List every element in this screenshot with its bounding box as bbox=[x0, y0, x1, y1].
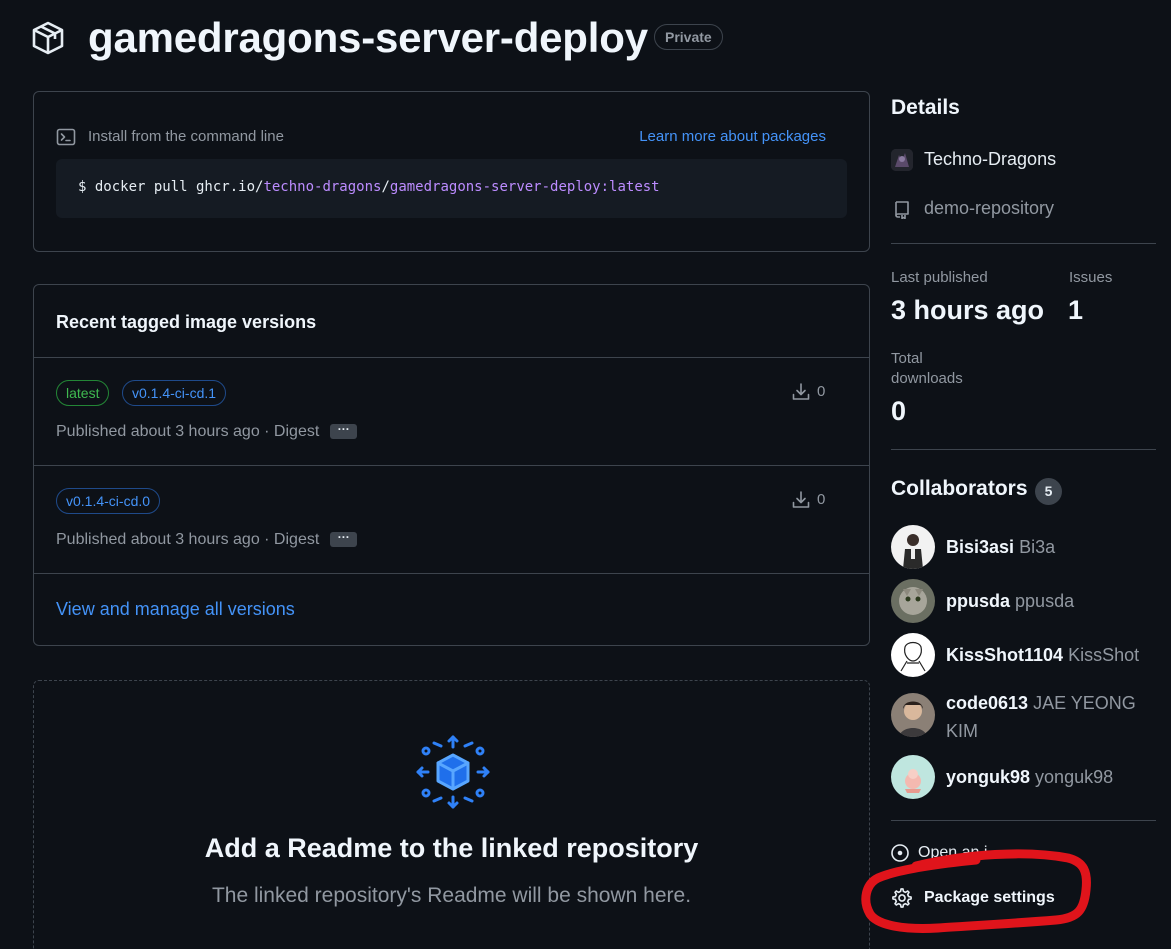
command-image: gamedragons-server-deploy:latest bbox=[389, 179, 660, 195]
tag-version[interactable]: v0.1.4-ci-cd.1 bbox=[122, 380, 227, 406]
org-avatar bbox=[891, 149, 913, 171]
total-downloads-label: Total bbox=[891, 350, 923, 367]
command-prefix: $ docker pull ghcr.io/ bbox=[78, 179, 264, 195]
repo-icon bbox=[892, 199, 912, 220]
digest-expand-button[interactable]: ··· bbox=[330, 423, 358, 440]
collaborator-fullname: ppusda bbox=[1015, 591, 1075, 611]
avatar bbox=[891, 755, 935, 799]
digest-expand-button[interactable]: ··· bbox=[330, 531, 358, 548]
command-owner: techno-dragons bbox=[263, 179, 382, 195]
org-link[interactable]: Techno-Dragons bbox=[924, 149, 1056, 170]
versions-title: Recent tagged image versions bbox=[56, 312, 317, 332]
open-issue-label: Open an i bbox=[918, 844, 988, 862]
issues-label: Issues bbox=[1069, 269, 1113, 286]
package-icon bbox=[30, 20, 66, 56]
collaborator-login: code0613 bbox=[946, 693, 1029, 713]
collaborator-login: Bisi3asi bbox=[946, 537, 1015, 557]
install-label: Install from the command line bbox=[88, 128, 284, 145]
collaborator-login: yonguk98 bbox=[946, 767, 1031, 787]
package-cube-icon bbox=[414, 733, 492, 811]
collaborators-heading: Collaborators bbox=[891, 477, 1028, 500]
collaborators-count-badge: 5 bbox=[1035, 478, 1062, 505]
gear-icon bbox=[891, 887, 913, 909]
last-published-value: 3 hours ago bbox=[891, 295, 1045, 325]
repo-link[interactable]: demo-repository bbox=[924, 198, 1054, 219]
visibility-badge: Private bbox=[654, 24, 723, 50]
avatar bbox=[891, 633, 935, 677]
download-count: 0 bbox=[817, 383, 826, 400]
avatar bbox=[891, 525, 935, 569]
collaborator-name: KissShot1104 KissShot bbox=[946, 641, 1156, 669]
divider bbox=[891, 449, 1156, 450]
readme-title: Add a Readme to the linked repository bbox=[204, 833, 699, 863]
avatar bbox=[891, 693, 935, 737]
collaborator-name: code0613 JAE YEONG KIM bbox=[946, 689, 1156, 745]
view-all-versions-link[interactable]: View and manage all versions bbox=[56, 599, 295, 620]
collaborator-name: Bisi3asi Bi3a bbox=[946, 533, 1156, 561]
last-published-label: Last published bbox=[891, 269, 988, 286]
readme-subtitle: The linked repository's Readme will be s… bbox=[211, 884, 692, 907]
download-count: 0 bbox=[817, 491, 826, 508]
issues-value: 1 bbox=[1068, 295, 1084, 325]
collaborator-name: yonguk98 yonguk98 bbox=[946, 763, 1156, 791]
divider bbox=[891, 820, 1156, 821]
package-settings-label: Package settings bbox=[924, 889, 1055, 906]
package-title: gamedragons-server-deploy bbox=[88, 14, 648, 61]
issue-icon bbox=[891, 844, 909, 862]
collaborator-login: ppusda bbox=[946, 591, 1011, 611]
command-slash: / bbox=[381, 179, 390, 195]
collaborator-fullname: KissShot bbox=[1068, 645, 1140, 665]
total-downloads-label-cont: downloads bbox=[891, 370, 963, 387]
command-block[interactable]: $ docker pull ghcr.io/techno-dragons/gam… bbox=[56, 159, 847, 218]
avatar bbox=[891, 579, 935, 623]
versions-panel: Recent tagged image versions latest v0.1… bbox=[33, 284, 870, 646]
docker-pull-command: $ docker pull ghcr.io/techno-dragons/gam… bbox=[78, 179, 660, 195]
published-text: Published about 3 hours ago · Digest bbox=[56, 531, 320, 548]
version-row: v0.1.4-ci-cd.0 Published about 3 hours a… bbox=[34, 466, 869, 574]
download-icon bbox=[791, 490, 811, 510]
published-text: Published about 3 hours ago · Digest bbox=[56, 423, 320, 440]
collaborator-fullname: yonguk98 bbox=[1035, 767, 1114, 787]
learn-more-link[interactable]: Learn more about packages bbox=[639, 128, 826, 145]
version-published: Published about 3 hours ago · Digest ··· bbox=[56, 531, 358, 549]
version-published: Published about 3 hours ago · Digest ··· bbox=[56, 423, 358, 441]
collaborator-fullname: Bi3a bbox=[1019, 537, 1056, 557]
install-panel: Install from the command line Learn more… bbox=[33, 91, 870, 252]
tag-latest[interactable]: latest bbox=[56, 380, 110, 406]
details-heading: Details bbox=[891, 96, 960, 119]
readme-panel: Add a Readme to the linked repository Th… bbox=[33, 680, 870, 949]
open-issue-link[interactable]: Open an i bbox=[890, 843, 987, 863]
collaborator-login: KissShot1104 bbox=[946, 645, 1064, 665]
terminal-icon bbox=[56, 127, 76, 147]
collaborator-name: ppusda ppusda bbox=[946, 587, 1156, 615]
total-downloads-value: 0 bbox=[891, 396, 907, 426]
download-icon bbox=[791, 382, 811, 402]
divider bbox=[891, 243, 1156, 244]
version-row: latest v0.1.4-ci-cd.1 Published about 3 … bbox=[34, 358, 869, 466]
versions-header: Recent tagged image versions bbox=[34, 285, 869, 358]
tag-version[interactable]: v0.1.4-ci-cd.0 bbox=[56, 488, 161, 514]
